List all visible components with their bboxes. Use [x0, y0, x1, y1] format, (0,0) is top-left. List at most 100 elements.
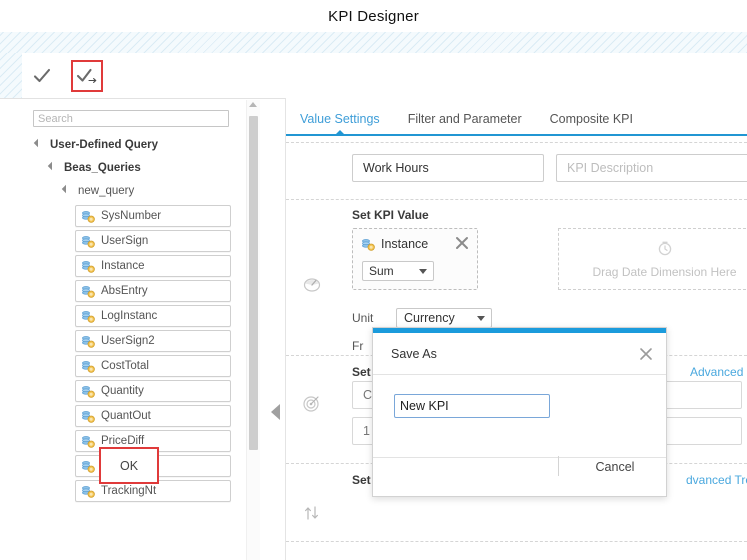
measure-icon — [81, 485, 96, 498]
tab-underline — [286, 134, 747, 136]
measure-icon — [81, 260, 96, 273]
tree-node-label: Beas_Queries — [64, 162, 141, 174]
tab-bar: Value SettingsFilter and ParameterCompos… — [286, 108, 747, 136]
field-item-label: LogInstanc — [101, 310, 157, 322]
remove-measure-button[interactable] — [454, 235, 470, 251]
save-as-button[interactable] — [71, 60, 103, 92]
value-section-icon — [302, 274, 322, 294]
search-input[interactable] — [33, 110, 229, 127]
chevron-down-icon — [419, 269, 427, 274]
tree-node-label: new_query — [78, 185, 134, 197]
measure-icon — [81, 410, 96, 423]
advanced-goal-link[interactable]: Advanced Goa — [690, 365, 747, 379]
measure-card-header: Instance — [361, 237, 428, 251]
field-item-label: SysNumber — [101, 210, 161, 222]
field-item[interactable]: LogInstanc — [75, 305, 231, 327]
save-button[interactable] — [26, 60, 58, 92]
unit-select[interactable]: Currency — [396, 308, 492, 328]
expand-triangle-icon[interactable] — [62, 185, 73, 196]
field-item[interactable]: Instance — [75, 255, 231, 277]
kpi-designer-window: KPI Designer User-Defined Qu — [0, 0, 747, 560]
scroll-up-arrow-icon[interactable] — [249, 102, 257, 107]
cancel-button[interactable]: Cancel — [580, 452, 650, 482]
set-kpi-value-label: Set KPI Value — [352, 208, 429, 222]
field-item[interactable]: CostTotal — [75, 355, 231, 377]
measure-icon — [81, 335, 96, 348]
field-item-label: Instance — [101, 260, 144, 272]
goal-row-1-value: C — [363, 388, 372, 402]
unit-label: Unit — [352, 311, 373, 325]
page-title: KPI Designer — [328, 8, 419, 25]
kpi-description-input[interactable] — [556, 154, 747, 182]
tree-scrollbar[interactable] — [246, 100, 260, 560]
measure-icon — [81, 310, 96, 323]
field-item-label: QuantOut — [101, 410, 151, 422]
field-item[interactable]: UserSign2 — [75, 330, 231, 352]
measure-icon — [81, 235, 96, 248]
tree-node-beas-queries[interactable]: Beas_Queries — [28, 156, 240, 179]
field-item[interactable]: UserSign — [75, 230, 231, 252]
close-icon[interactable] — [638, 346, 654, 362]
dropzone-label: Drag Date Dimension Here — [592, 265, 736, 279]
goal-row-2-value: 1 — [363, 424, 370, 438]
measure-card[interactable]: Instance Sum — [352, 228, 478, 290]
ok-button[interactable]: OK — [99, 447, 159, 484]
field-item-label: UserSign2 — [101, 335, 155, 347]
divider-top — [286, 142, 747, 143]
tab-composite-kpi[interactable]: Composite KPI — [536, 108, 647, 130]
tree-node-user-defined-query[interactable]: User-Defined Query — [28, 133, 240, 156]
field-item-label: TrackingNt — [101, 485, 156, 497]
collapse-panel-handle[interactable] — [268, 402, 282, 422]
button-separator — [558, 456, 559, 476]
field-item-label: PriceDiff — [101, 435, 144, 447]
decorative-stripe-band — [0, 32, 747, 54]
kpi-save-name-input[interactable] — [394, 394, 550, 418]
dialog-header-divider — [373, 374, 666, 375]
advanced-trend-link[interactable]: dvanced Trend — [686, 473, 747, 487]
set-trend-label: Set — [352, 473, 371, 487]
measure-icon — [81, 360, 96, 373]
field-item-label: AbsEntry — [101, 285, 148, 297]
toolbar — [0, 53, 747, 99]
measure-icon — [81, 460, 96, 473]
format-label: Fr — [352, 339, 363, 353]
set-goal-label: Set — [352, 365, 371, 379]
dialog-title: Save As — [391, 347, 437, 361]
chevron-down-icon — [477, 316, 485, 321]
field-item[interactable]: AbsEntry — [75, 280, 231, 302]
trend-section-icon — [302, 503, 322, 523]
goal-section-icon — [302, 393, 322, 413]
field-item-label: CostTotal — [101, 360, 149, 372]
field-item[interactable]: SysNumber — [75, 205, 231, 227]
expand-triangle-icon[interactable] — [34, 139, 45, 150]
measure-icon — [361, 238, 376, 251]
measure-icon — [81, 385, 96, 398]
tree-node-label: User-Defined Query — [50, 139, 158, 151]
toolbar-stripe-decoration — [0, 53, 22, 98]
measure-name: Instance — [381, 237, 428, 251]
dialog-accent-bar — [373, 328, 666, 333]
kpi-name-input[interactable] — [352, 154, 544, 182]
scrollbar-thumb[interactable] — [249, 116, 258, 450]
window-title-bar: KPI Designer — [0, 0, 747, 32]
clock-icon — [656, 239, 674, 260]
field-item[interactable]: QuantOut — [75, 405, 231, 427]
measure-icon — [81, 435, 96, 448]
aggregation-select[interactable]: Sum — [362, 261, 434, 281]
unit-value: Currency — [404, 311, 455, 325]
expand-triangle-icon[interactable] — [48, 162, 59, 173]
field-item[interactable]: Quantity — [75, 380, 231, 402]
field-item-label: Quantity — [101, 385, 144, 397]
check-icon — [32, 66, 52, 86]
tab-value-settings[interactable]: Value Settings — [286, 108, 394, 130]
field-item-label: UserSign — [101, 235, 148, 247]
measure-icon — [81, 210, 96, 223]
tab-filter-and-parameter[interactable]: Filter and Parameter — [394, 108, 536, 130]
check-arrow-icon — [76, 66, 98, 86]
aggregation-value: Sum — [369, 264, 394, 278]
query-tree-panel: User-Defined Query Beas_Queries new_query S… — [28, 100, 260, 560]
date-dimension-dropzone[interactable]: Drag Date Dimension Here — [558, 228, 747, 290]
tree-node-new-query[interactable]: new_query — [28, 179, 240, 202]
measure-icon — [81, 285, 96, 298]
divider-value-section — [286, 199, 747, 200]
